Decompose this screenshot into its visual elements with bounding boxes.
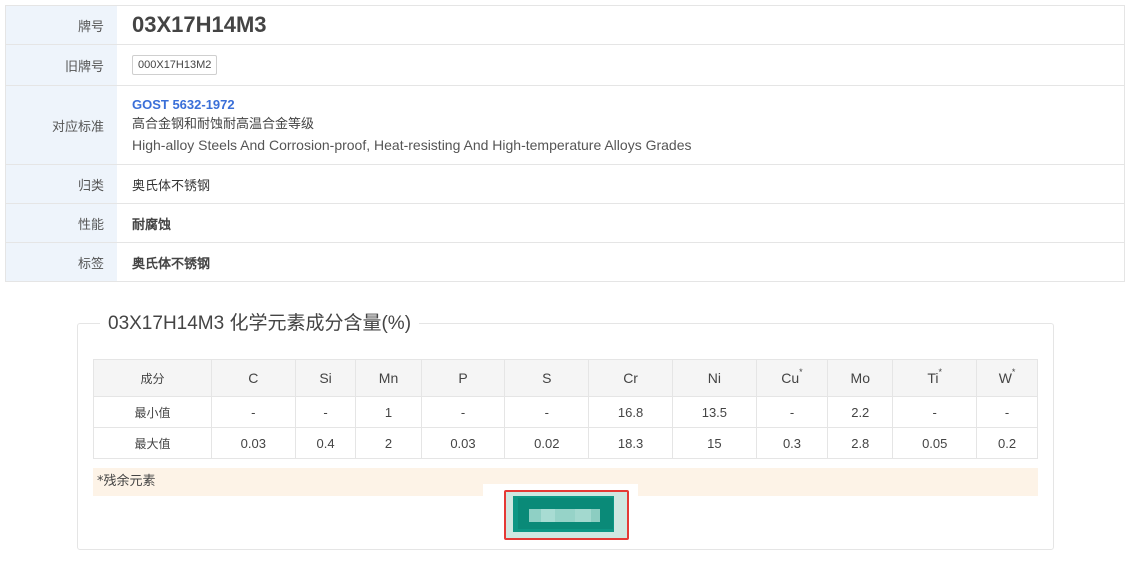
old-grade-tag[interactable]: 000X17H13M2	[132, 55, 218, 75]
table-cell: 0.4	[294, 427, 357, 459]
tag-label: 标签	[6, 243, 117, 281]
table-cell: 0.03	[420, 427, 506, 459]
table-cell: -	[420, 396, 506, 428]
property-label: 性能	[6, 204, 117, 242]
tag-row: 标签 奥氏体不锈钢	[6, 243, 1124, 281]
chemical-composition-table: 成分 C Si Mn P S Cr Ni Cu* Mo Ti* W* 最小值 -…	[93, 359, 1038, 459]
old-grade-row: 旧牌号 000X17H13M2	[6, 45, 1124, 86]
table-row-max: 最大值 0.03 0.4 2 0.03 0.02 18.3 15 0.3 2.8…	[93, 427, 1038, 459]
standard-title-en: High-alloy Steels And Corrosion-proof, H…	[132, 137, 692, 153]
grade-label: 牌号	[6, 6, 117, 44]
material-info-table: 牌号 03X17H14M3 旧牌号 000X17H13M2 对应标准 GOST …	[5, 5, 1125, 282]
standard-label: 对应标准	[6, 86, 117, 164]
obscured-label-block	[591, 509, 600, 522]
table-cell: 16.8	[588, 396, 673, 428]
residual-mark: *	[938, 367, 943, 377]
category-value: 奥氏体不锈钢	[132, 178, 211, 194]
category-label: 归类	[6, 165, 117, 203]
table-cell: 2.8	[827, 427, 894, 459]
table-cell: 18.3	[588, 427, 673, 459]
table-cell: -	[892, 396, 978, 428]
table-cell: -	[294, 396, 357, 428]
standard-row: 对应标准 GOST 5632-1972 高合金钢和耐蚀耐高温合金等级 High-…	[6, 86, 1124, 165]
grade-row: 牌号 03X17H14M3	[6, 6, 1124, 45]
property-row: 性能 耐腐蚀	[6, 204, 1124, 243]
standard-title-cn: 高合金钢和耐蚀耐高温合金等级	[132, 117, 315, 132]
table-cell: 0.05	[892, 427, 978, 459]
table-header-row: 成分 C Si Mn P S Cr Ni Cu* Mo Ti* W*	[93, 359, 1038, 397]
element-header: S	[504, 359, 590, 397]
obscured-label-block	[555, 509, 575, 522]
residual-mark: *	[799, 367, 803, 377]
obscured-label-block	[541, 509, 555, 522]
element-header: Cr	[588, 359, 673, 397]
element-header: Ni	[671, 359, 757, 397]
element-header: W*	[976, 359, 1038, 397]
max-label: 最大值	[93, 427, 212, 459]
table-cell: -	[504, 396, 590, 428]
element-header: P	[420, 359, 506, 397]
table-cell: 0.3	[755, 427, 829, 459]
element-header: Si	[294, 359, 357, 397]
table-cell: 13.5	[671, 396, 757, 428]
table-cell: 2.2	[827, 396, 894, 428]
element-header: Ti*	[892, 359, 978, 397]
standard-link[interactable]: GOST 5632-1972	[132, 95, 1124, 115]
obscured-label-block	[529, 509, 541, 522]
tag-value[interactable]: 奥氏体不锈钢	[132, 253, 1124, 272]
table-cell: 1	[355, 396, 422, 428]
table-cell: 2	[355, 427, 422, 459]
category-row: 归类 奥氏体不锈钢	[6, 165, 1124, 204]
table-row-min: 最小值 - - 1 - - 16.8 13.5 - 2.2 - -	[93, 396, 1038, 428]
table-cell: -	[210, 396, 296, 428]
table-cell: -	[755, 396, 829, 428]
table-cell: -	[976, 396, 1038, 428]
header-label: 成分	[93, 359, 212, 397]
element-header: Cu*	[755, 359, 829, 397]
property-value[interactable]: 耐腐蚀	[132, 214, 1124, 233]
obscured-label-block	[575, 509, 591, 522]
table-cell: 15	[671, 427, 757, 459]
chemical-composition-title: 03X17H14M3 化学元素成分含量(%)	[100, 311, 420, 337]
table-cell: 0.03	[210, 427, 296, 459]
table-cell: 0.02	[504, 427, 590, 459]
element-header: Mn	[355, 359, 422, 397]
grade-value: 03X17H14M3	[132, 12, 267, 37]
min-label: 最小值	[93, 396, 212, 428]
element-header: C	[210, 359, 296, 397]
table-cell: 0.2	[976, 427, 1038, 459]
residual-mark: *	[1011, 367, 1016, 377]
old-grade-label: 旧牌号	[6, 45, 117, 85]
element-header: Mo	[827, 359, 894, 397]
